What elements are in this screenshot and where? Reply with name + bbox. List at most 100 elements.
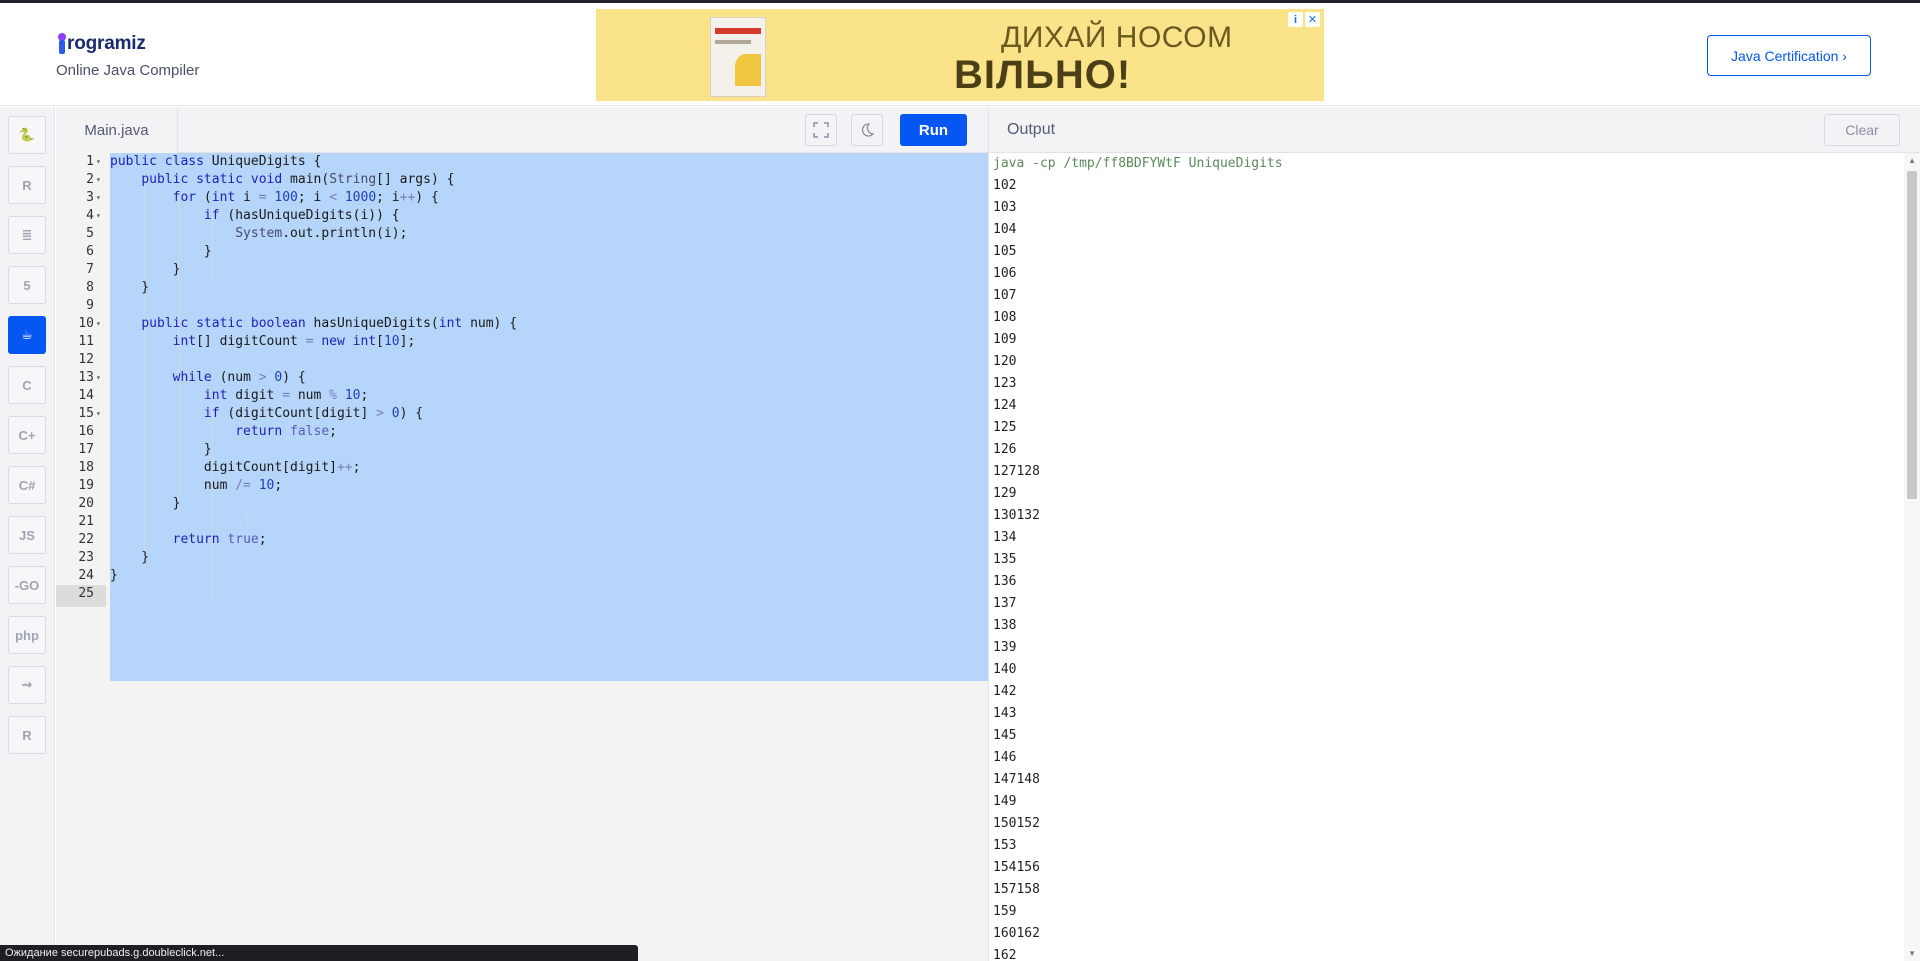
scrollbar-thumb[interactable] — [1907, 171, 1917, 499]
scroll-up-icon[interactable]: ▲ — [1908, 156, 1916, 165]
language-html-icon[interactable]: 5 — [8, 266, 46, 304]
code-text: } — [110, 550, 150, 565]
moon-icon — [861, 123, 875, 137]
output-line: 103 — [993, 200, 1017, 215]
output-panel[interactable]: java -cp /tmp/ff8BDFYWtF UniqueDigits 10… — [988, 153, 1920, 961]
fold-arrow-icon[interactable]: ▾ — [96, 405, 101, 423]
output-line: 162 — [993, 948, 1017, 961]
language-rust-icon[interactable]: R — [8, 716, 46, 754]
line-number: 25 — [78, 586, 94, 601]
code-line[interactable]: 12 — [56, 351, 988, 369]
fold-arrow-icon[interactable]: ▾ — [96, 171, 101, 189]
language-sql-icon[interactable]: ≣ — [8, 216, 46, 254]
code-line[interactable]: 7 } — [56, 261, 988, 279]
fold-arrow-icon[interactable]: ▾ — [96, 315, 101, 333]
code-text: } — [110, 496, 181, 511]
code-line[interactable]: 24} — [56, 567, 988, 585]
output-line: 149 — [993, 794, 1017, 809]
code-text: public static boolean hasUniqueDigits(in… — [141, 316, 518, 331]
clear-button[interactable]: Clear — [1824, 114, 1900, 146]
language-go-icon[interactable]: -GO — [8, 566, 46, 604]
code-line[interactable]: 4 ▾ if (hasUniqueDigits(i)) { — [56, 207, 988, 225]
fullscreen-icon — [813, 122, 829, 138]
language-swift-icon[interactable]: ⇝ — [8, 666, 46, 704]
language-php-icon[interactable]: php — [8, 616, 46, 654]
run-button[interactable]: Run — [900, 114, 967, 146]
output-line: 157158 — [993, 882, 1040, 897]
output-line: 108 — [993, 310, 1017, 325]
code-line[interactable]: 6 } — [56, 243, 988, 261]
code-line[interactable]: 2 ▾ public static void main(String[] args… — [56, 171, 988, 189]
fold-arrow-icon[interactable]: ▾ — [96, 369, 101, 387]
java-certification-button[interactable]: Java Certification › — [1707, 35, 1871, 76]
code-text: num /= 10; — [110, 478, 283, 493]
code-line[interactable]: 13 ▾ while (num > 0) { — [56, 369, 988, 387]
scroll-down-icon[interactable]: ▼ — [1908, 949, 1916, 958]
output-line: 129 — [993, 486, 1017, 501]
code-line[interactable]: 10 ▾ public static boolean hasUniqueDigit… — [56, 315, 988, 333]
fold-arrow-icon[interactable]: ▾ — [96, 189, 101, 207]
code-line[interactable]: 17 } — [56, 441, 988, 459]
fold-arrow-icon[interactable]: ▾ — [96, 153, 101, 171]
code-line[interactable]: 20 } — [56, 495, 988, 513]
output-line: 150152 — [993, 816, 1040, 831]
output-line: 154156 — [993, 860, 1040, 875]
code-line[interactable]: 8 } — [56, 279, 988, 297]
code-text: return true; — [172, 532, 267, 547]
code-line[interactable]: 22 return true; — [56, 531, 988, 549]
code-text: public static void main(String[] args) { — [141, 172, 455, 187]
line-number: 13 — [78, 370, 94, 385]
code-line[interactable]: 23 } — [56, 549, 988, 567]
code-line[interactable]: 16 return false; — [56, 423, 988, 441]
output-line: 146 — [993, 750, 1017, 765]
code-line[interactable]: 14 int digit = num % 10; — [56, 387, 988, 405]
programiz-logo[interactable]: rogramiz — [58, 33, 146, 55]
output-line: 137 — [993, 596, 1017, 611]
code-line[interactable]: 19 num /= 10; — [56, 477, 988, 495]
code-line[interactable]: 21 — [56, 513, 988, 531]
language-sidebar: 🐍 R ≣ 5 ☕ C C+ C# JS -GO php ⇝ R — [0, 107, 55, 961]
output-scrollbar[interactable]: ▲ ▼ — [1904, 153, 1920, 961]
code-line[interactable]: 5 System.out.println(i); — [56, 225, 988, 243]
advertisement-banner[interactable]: ДИХАЙ НОСОМ ВІЛЬНО! i ✕ — [596, 9, 1324, 101]
line-number: 18 — [78, 460, 94, 475]
code-text: digitCount[digit]++; — [110, 460, 361, 475]
code-line[interactable]: 11 int[] digitCount = new int[10]; — [56, 333, 988, 351]
code-line[interactable]: 25 — [56, 585, 988, 607]
line-number: 19 — [78, 478, 94, 493]
logo-text: rogramiz — [67, 33, 146, 54]
code-line[interactable]: 18 digitCount[digit]++; — [56, 459, 988, 477]
language-java-icon[interactable]: ☕ — [8, 316, 46, 354]
line-number: 24 — [78, 568, 94, 583]
ad-close-icon[interactable]: ✕ — [1305, 12, 1320, 27]
output-line: 123 — [993, 376, 1017, 391]
line-number: 1 — [86, 154, 94, 169]
language-csharp-icon[interactable]: C# — [8, 466, 46, 504]
output-line: 127128 — [993, 464, 1040, 479]
code-line[interactable]: 1 ▾ public class UniqueDigits { — [56, 153, 988, 171]
output-line: 143 — [993, 706, 1017, 721]
output-line: 153 — [993, 838, 1017, 853]
output-line: 136 — [993, 574, 1017, 589]
line-number: 5 — [86, 226, 94, 241]
dark-mode-toggle[interactable] — [851, 114, 883, 146]
code-line[interactable]: 9 — [56, 297, 988, 315]
tab-main-java[interactable]: Main.java — [56, 107, 178, 153]
line-number: 7 — [86, 262, 94, 277]
code-text: } — [110, 280, 150, 295]
language-r-icon[interactable]: R — [8, 166, 46, 204]
output-line: 139 — [993, 640, 1017, 655]
ad-info-icon[interactable]: i — [1288, 12, 1303, 27]
code-line[interactable]: 15 ▾ if (digitCount[digit] > 0) { — [56, 405, 988, 423]
language-js-icon[interactable]: JS — [8, 516, 46, 554]
fullscreen-button[interactable] — [805, 114, 837, 146]
ad-controls: i ✕ — [1288, 12, 1320, 27]
language-c-icon[interactable]: C — [8, 366, 46, 404]
code-line[interactable]: 3 ▾ for (int i = 100; i < 1000; i++) { — [56, 189, 988, 207]
fold-arrow-icon[interactable]: ▾ — [96, 207, 101, 225]
language-cpp-icon[interactable]: C+ — [8, 416, 46, 454]
code-editor[interactable]: 1 ▾ public class UniqueDigits {2 ▾ public s… — [56, 153, 988, 961]
language-python-icon[interactable]: 🐍 — [8, 116, 46, 154]
output-line: 140 — [993, 662, 1017, 677]
output-line: 107 — [993, 288, 1017, 303]
